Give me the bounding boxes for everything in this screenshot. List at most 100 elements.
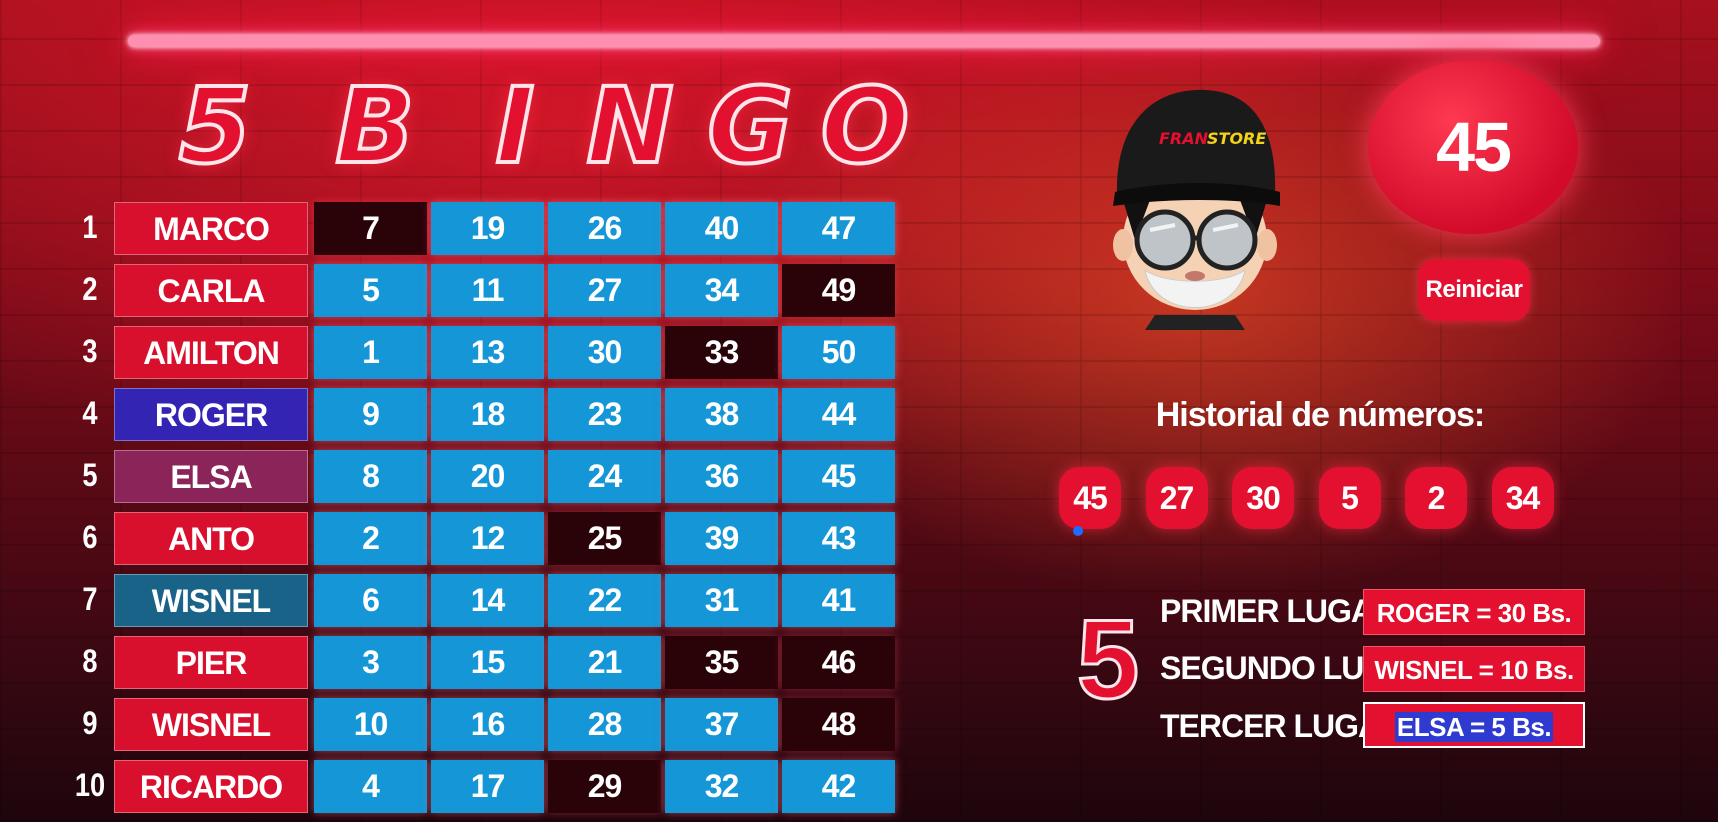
title-letter: N (584, 64, 675, 188)
row-number: 4 (82, 395, 98, 431)
row-number: 10 (74, 767, 106, 803)
bingo-cell[interactable]: 10 (314, 698, 427, 751)
player-row: 10 RICARDO 4 17 29 32 42 (70, 757, 900, 813)
bingo-cell[interactable]: 2 (314, 512, 427, 565)
player-name[interactable]: ELSA (114, 450, 308, 503)
bingo-cell-marked[interactable]: 7 (314, 202, 427, 255)
place-label-second: SEGUNDO LUGAR (1160, 650, 1432, 686)
bingo-cell-marked[interactable]: 29 (548, 760, 661, 813)
bingo-cell[interactable]: 18 (431, 388, 544, 441)
bingo-cell[interactable]: 6 (314, 574, 427, 627)
player-name[interactable]: CARLA (114, 264, 308, 317)
bingo-cell-marked[interactable]: 35 (665, 636, 778, 689)
player-name[interactable]: WISNEL (114, 574, 308, 627)
bingo-cell[interactable]: 41 (782, 574, 895, 627)
bingo-cell[interactable]: 28 (548, 698, 661, 751)
neon-light-bar (128, 35, 1600, 47)
bingo-cell[interactable]: 11 (431, 264, 544, 317)
bingo-cell[interactable]: 42 (782, 760, 895, 813)
bingo-cell-marked[interactable]: 33 (665, 326, 778, 379)
bingo-cell[interactable]: 9 (314, 388, 427, 441)
bingo-cell-marked[interactable]: 49 (782, 264, 895, 317)
place-value-first: ROGER = 30 Bs. (1363, 589, 1585, 635)
bingo-cell[interactable]: 47 (782, 202, 895, 255)
bingo-cell[interactable]: 23 (548, 388, 661, 441)
current-number-ball: 45 (1368, 60, 1578, 234)
bingo-cell[interactable]: 30 (548, 326, 661, 379)
row-number: 1 (82, 209, 98, 245)
bingo-cell[interactable]: 45 (782, 450, 895, 503)
place-label-third: TERCER LUGAR (1160, 708, 1403, 744)
avatar-icon: FRAN STORE (1113, 89, 1280, 330)
cursor-dot (1073, 526, 1083, 536)
winners-number: 5 (1075, 597, 1140, 722)
bingo-cell[interactable]: 13 (431, 326, 544, 379)
bingo-cell[interactable]: 50 (782, 326, 895, 379)
bingo-cell[interactable]: 8 (314, 450, 427, 503)
bingo-cell[interactable]: 4 (314, 760, 427, 813)
place-label-first: PRIMER LUGAR (1160, 593, 1396, 629)
bingo-cell[interactable]: 1 (314, 326, 427, 379)
bingo-cell[interactable]: 31 (665, 574, 778, 627)
bingo-cell[interactable]: 38 (665, 388, 778, 441)
row-number: 7 (82, 581, 98, 617)
player-row: 7 WISNEL 6 14 22 31 41 (70, 571, 900, 627)
bingo-cell[interactable]: 14 (431, 574, 544, 627)
title-letter: G (705, 64, 794, 188)
player-name[interactable]: RICARDO (114, 760, 308, 813)
cap-text-fran: FRAN (1159, 129, 1209, 148)
bingo-cell-marked[interactable]: 48 (782, 698, 895, 751)
bingo-cell[interactable]: 26 (548, 202, 661, 255)
bingo-cell[interactable]: 12 (431, 512, 544, 565)
row-number: 2 (82, 271, 98, 307)
bingo-cell[interactable]: 20 (431, 450, 544, 503)
player-name[interactable]: ROGER (114, 388, 308, 441)
reset-button[interactable]: Reiniciar (1418, 259, 1530, 321)
bingo-cell[interactable]: 40 (665, 202, 778, 255)
history-ball: 5 (1318, 467, 1381, 529)
bingo-cell[interactable]: 17 (431, 760, 544, 813)
player-row: 9 WISNEL 10 16 28 37 48 (70, 695, 900, 751)
player-row: 1 MARCO 7 19 26 40 47 (70, 199, 900, 255)
player-row: 3 AMILTON 1 13 30 33 50 (70, 323, 900, 379)
place-value-second: WISNEL = 10 Bs. (1363, 646, 1585, 692)
bingo-cell[interactable]: 22 (548, 574, 661, 627)
player-row: 8 PIER 3 15 21 35 46 (70, 633, 900, 689)
bingo-cell[interactable]: 3 (314, 636, 427, 689)
bingo-cell[interactable]: 15 (431, 636, 544, 689)
bingo-cell[interactable]: 24 (548, 450, 661, 503)
row-number: 5 (82, 457, 98, 493)
cap-text-store: STORE (1207, 129, 1266, 148)
row-number: 9 (82, 705, 98, 741)
player-name[interactable]: ANTO (114, 512, 308, 565)
bingo-cell[interactable]: 43 (782, 512, 895, 565)
history-ball: 2 (1405, 467, 1467, 529)
title-letter: B (333, 64, 416, 188)
player-name[interactable]: PIER (114, 636, 308, 689)
bingo-cell[interactable]: 36 (665, 450, 778, 503)
player-name[interactable]: WISNEL (114, 698, 308, 751)
title-letter: I (494, 64, 537, 188)
bingo-cell-marked[interactable]: 25 (548, 512, 661, 565)
bingo-cell[interactable]: 19 (431, 202, 544, 255)
player-row: 5 ELSA 8 20 24 36 45 (70, 447, 900, 503)
bingo-cell[interactable]: 16 (431, 698, 544, 751)
bingo-cell[interactable]: 34 (665, 264, 778, 317)
bingo-cell-marked[interactable]: 46 (782, 636, 895, 689)
bingo-cell[interactable]: 44 (782, 388, 895, 441)
row-number: 3 (82, 333, 98, 369)
bingo-cell[interactable]: 39 (665, 512, 778, 565)
history-ball: 34 (1491, 467, 1554, 529)
player-name[interactable]: MARCO (114, 202, 308, 255)
place-value-third[interactable]: ELSA = 5 Bs. (1363, 702, 1585, 748)
row-number: 8 (82, 643, 98, 679)
player-name[interactable]: AMILTON (114, 326, 308, 379)
bingo-cell[interactable]: 21 (548, 636, 661, 689)
row-number: 6 (82, 519, 98, 555)
bingo-cell[interactable]: 27 (548, 264, 661, 317)
bingo-cell[interactable]: 37 (665, 698, 778, 751)
bingo-cell[interactable]: 32 (665, 760, 778, 813)
title-letter: 5 (177, 64, 253, 188)
bingo-cell[interactable]: 5 (314, 264, 427, 317)
player-row: 6 ANTO 2 12 25 39 43 (70, 509, 900, 565)
